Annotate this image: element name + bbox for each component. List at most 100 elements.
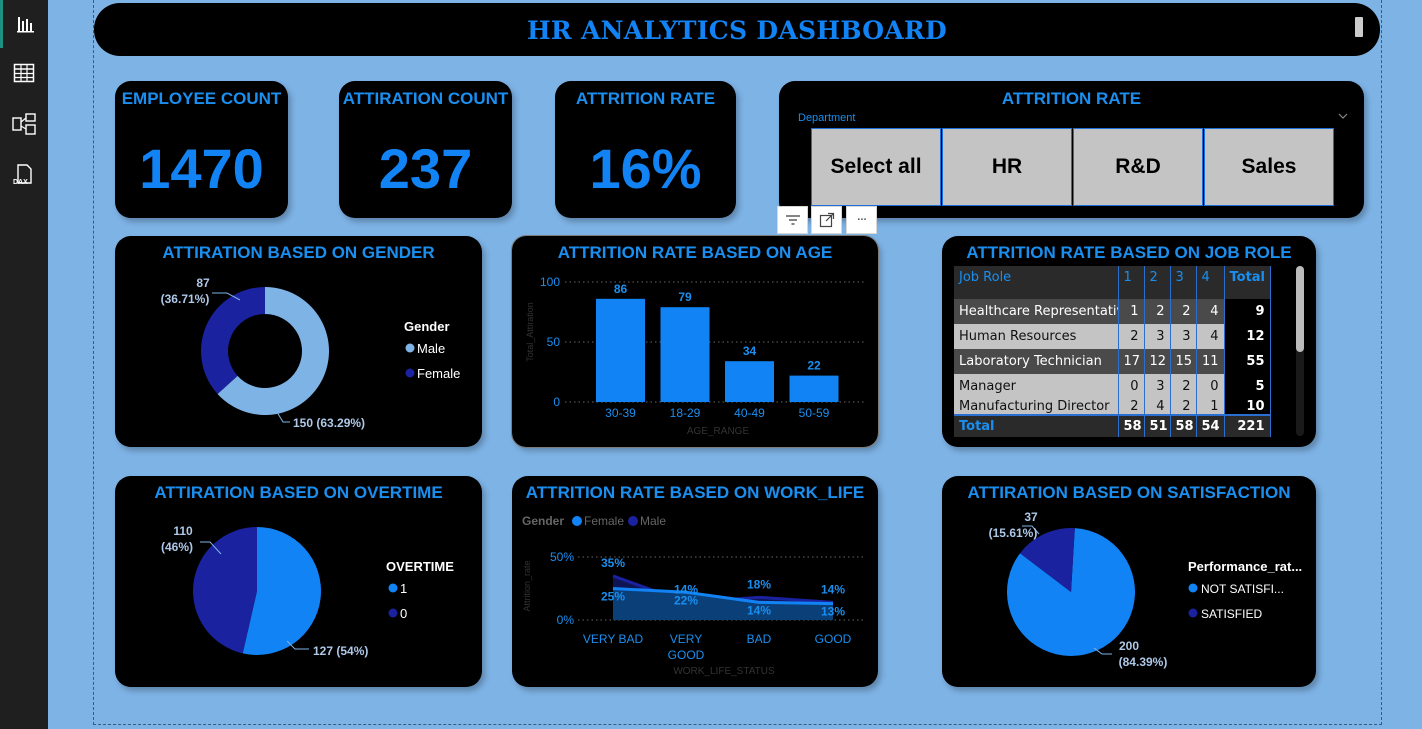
- more-options-button[interactable]: ···: [846, 206, 877, 234]
- department-slicer[interactable]: ATTRITION RATE Department Select all HR …: [779, 81, 1364, 218]
- x-tick-label: VERY: [670, 632, 702, 646]
- data-label: (36.71%): [161, 292, 210, 306]
- table-cell: 4: [1196, 324, 1225, 349]
- column-header[interactable]: 4: [1196, 266, 1225, 299]
- dax-query-button[interactable]: DAX: [0, 151, 48, 199]
- model-view-icon: [12, 113, 36, 135]
- report-view-icon: [16, 17, 34, 33]
- table-cell: 3: [1144, 324, 1171, 349]
- legend-label[interactable]: Female: [584, 514, 624, 528]
- jobrole-matrix-card[interactable]: ATTRITION RATE BASED ON JOB ROLE Job Rol…: [942, 236, 1316, 447]
- bar[interactable]: [725, 361, 774, 402]
- data-label: 87: [196, 276, 210, 290]
- dashboard-title: HR ANALYTICS DASHBOARD: [526, 16, 948, 45]
- legend-marker: [405, 368, 415, 378]
- table-row[interactable]: Manager 0 3 2 0 5: [954, 374, 1271, 399]
- slicer-option-rd[interactable]: R&D: [1073, 128, 1203, 206]
- kpi-attrition-rate[interactable]: ATTRITION RATE 16%: [555, 81, 736, 218]
- area-data-label: 25%: [601, 590, 625, 604]
- legend-marker: [405, 343, 415, 353]
- legend-label[interactable]: NOT SATISFI...: [1201, 582, 1284, 596]
- slicer-option-hr[interactable]: HR: [942, 128, 1072, 206]
- y-tick-label: 0%: [557, 613, 575, 627]
- scroll-handle[interactable]: [1355, 17, 1363, 37]
- table-cell: 1: [1118, 299, 1145, 324]
- column-header[interactable]: Job Role: [954, 266, 1119, 299]
- row-label: Manager: [954, 374, 1119, 399]
- legend-marker: [1188, 583, 1198, 593]
- gender-slice[interactable]: [201, 287, 265, 394]
- model-view-button[interactable]: [0, 100, 48, 148]
- y-tick-label: 0: [553, 395, 560, 409]
- slicer-option-select-all[interactable]: Select all: [811, 128, 941, 206]
- column-header[interactable]: 3: [1170, 266, 1197, 299]
- legend-label[interactable]: Female: [417, 366, 460, 381]
- total-cell: 58: [1170, 414, 1197, 437]
- y-axis-title: Attrition_rate: [522, 560, 532, 611]
- legend-label[interactable]: Male: [640, 514, 666, 528]
- slicer-option-sales[interactable]: Sales: [1204, 128, 1334, 206]
- table-cell: 1: [1196, 399, 1225, 415]
- column-header[interactable]: 2: [1144, 266, 1171, 299]
- total-cell: 58: [1118, 414, 1145, 437]
- table-view-icon: [13, 63, 35, 83]
- column-header[interactable]: 1: [1118, 266, 1145, 299]
- worklife-chart-card[interactable]: ATTRITION RATE BASED ON WORK_LIFE Gender…: [512, 476, 878, 687]
- age-bar-chart: 0 50 100 86 30-39 79 18-29 34 40-49 22 50-59 Tota…: [525, 275, 864, 437]
- table-cell: 2: [1118, 399, 1145, 415]
- bar[interactable]: [596, 298, 645, 402]
- legend-label[interactable]: SATISFIED: [1201, 607, 1262, 621]
- row-total: 12: [1224, 324, 1271, 349]
- filter-button[interactable]: [777, 206, 808, 234]
- bar[interactable]: [660, 307, 710, 402]
- total-cell: 54: [1196, 414, 1225, 437]
- x-tick-label: 18-29: [670, 406, 701, 420]
- bar[interactable]: [789, 375, 839, 402]
- report-view-button[interactable]: [0, 0, 48, 48]
- table-row[interactable]: Manufacturing Director 2 4 2 1 10: [954, 399, 1271, 415]
- overtime-chart-card[interactable]: ATTIRATION BASED ON OVERTIME 110 (46%) 1…: [115, 476, 482, 687]
- scrollbar-thumb[interactable]: [1296, 266, 1304, 352]
- legend-marker: [388, 608, 398, 618]
- table-cell: 2: [1170, 399, 1197, 415]
- legend-label[interactable]: Male: [417, 341, 445, 356]
- chevron-down-icon[interactable]: [1338, 112, 1348, 120]
- matrix-scrollbar[interactable]: [1296, 266, 1304, 436]
- kpi-attrition-count[interactable]: ATTIRATION COUNT 237: [339, 81, 512, 218]
- table-cell: 0: [1118, 374, 1145, 399]
- data-label: (15.61%): [989, 526, 1038, 540]
- legend-label[interactable]: 0: [400, 606, 407, 621]
- jobrole-matrix: Job Role 1 2 3 4 Total Healthcare Repres…: [954, 266, 1271, 437]
- focus-mode-button[interactable]: [811, 206, 842, 234]
- kpi-employee-count[interactable]: EMPLOYEE COUNT 1470: [115, 81, 288, 218]
- dax-query-icon: DAX: [13, 164, 32, 186]
- total-row: Total 58 51 58 54 221: [954, 414, 1271, 437]
- data-label: 150 (63.29%): [293, 416, 365, 430]
- overtime-pie-chart: 110 (46%) 127 (54%) OVERTIME 1 0: [161, 524, 454, 658]
- satisfaction-chart-card[interactable]: ATTIRATION BASED ON SATISFACTION 37 (15.…: [942, 476, 1316, 687]
- bar-data-label: 86: [614, 282, 628, 296]
- gender-chart-card[interactable]: ATTIRATION BASED ON GENDER 87 (36.71%) 1…: [115, 236, 482, 447]
- row-label: Human Resources: [954, 324, 1119, 349]
- x-tick-label: VERY BAD: [583, 632, 644, 646]
- legend-marker: [628, 516, 638, 526]
- age-chart-card[interactable]: ATTRITION RATE BASED ON AGE 0 50 100 86 30-…: [511, 235, 879, 448]
- row-total: 5: [1224, 374, 1271, 399]
- gender-donut-chart: 87 (36.71%) 150 (63.29%) Gender Male Fem…: [161, 276, 461, 430]
- bar-data-label: 79: [678, 290, 692, 304]
- table-row[interactable]: Human Resources 2 3 3 4 12: [954, 324, 1271, 349]
- column-header[interactable]: Total: [1224, 266, 1271, 299]
- table-row[interactable]: Healthcare Representative 1 2 2 4 9: [954, 299, 1271, 324]
- area-data-label: 14%: [821, 582, 845, 596]
- table-row[interactable]: Laboratory Technician 17 12 15 11 55: [954, 349, 1271, 374]
- total-cell: 221: [1224, 414, 1271, 437]
- area-data-label: 14%: [674, 582, 698, 596]
- legend-label[interactable]: 1: [400, 581, 407, 596]
- table-view-button[interactable]: [0, 49, 48, 97]
- area-data-label: 18%: [747, 577, 771, 591]
- table-cell: 15: [1170, 349, 1197, 374]
- row-total: 9: [1224, 299, 1271, 324]
- row-label: Manufacturing Director: [954, 399, 1119, 415]
- slicer-title: ATTRITION RATE: [1001, 89, 1142, 108]
- x-axis-title: WORK_LIFE_STATUS: [673, 666, 775, 677]
